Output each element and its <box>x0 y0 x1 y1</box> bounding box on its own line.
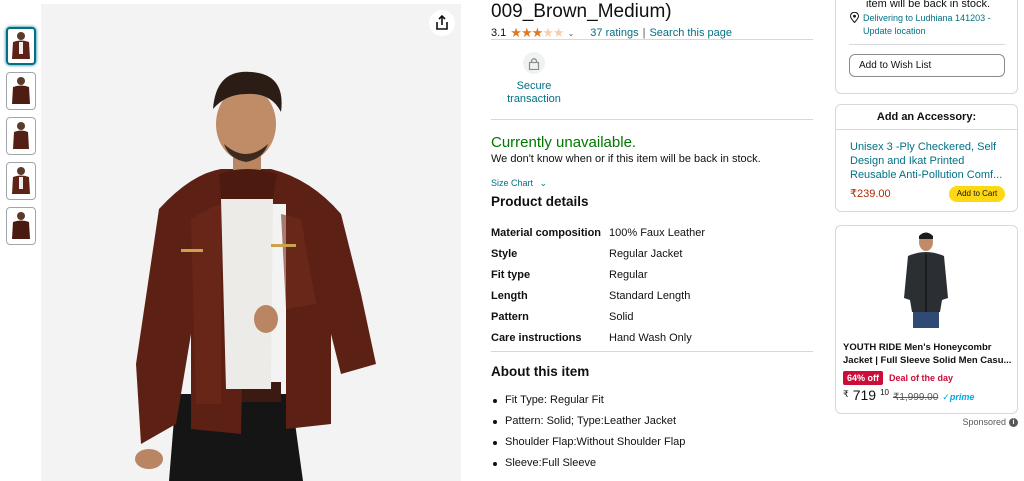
info-icon[interactable]: i <box>1009 417 1018 427</box>
detail-key: Style <box>491 247 518 260</box>
thumbnail-5[interactable] <box>6 207 36 245</box>
list-item: Fit Type: Regular Fit <box>491 390 685 411</box>
deliver-line2: Update location <box>863 26 926 36</box>
share-button[interactable] <box>429 10 455 36</box>
price-whole: 719 <box>852 387 877 403</box>
detail-key: Fit type <box>491 268 531 281</box>
sponsored-text: Sponsored <box>962 417 1006 427</box>
lock-icon <box>528 57 540 70</box>
detail-value: 100% Faux Leather <box>609 226 706 239</box>
table-row: Care instructions Hand Wash Only <box>491 327 705 348</box>
thumbnail-3[interactable] <box>6 117 36 155</box>
rating-separator: | <box>642 27 646 39</box>
price-fraction: 10 <box>880 388 889 397</box>
thumbnail-2[interactable] <box>6 72 36 110</box>
table-row: Pattern Solid <box>491 306 705 327</box>
accessory-title-link[interactable]: Unisex 3 -Ply Checkered, Self Design and… <box>850 140 1010 182</box>
product-details-heading: Product details <box>491 194 589 209</box>
detail-value: Solid <box>609 310 634 323</box>
table-row: Fit type Regular <box>491 264 705 285</box>
table-row: Style Regular Jacket <box>491 243 705 264</box>
buy-box: item will be back in stock. Delivering t… <box>835 0 1018 94</box>
ad-title-link[interactable]: YOUTH RIDE Men's Honeycombr Jacket | Ful… <box>843 341 1015 367</box>
prime-badge: ✓prime <box>942 392 975 402</box>
stock-line: item will be back in stock. <box>866 0 991 10</box>
secure-label-line2: transaction <box>507 93 561 105</box>
divider <box>836 129 1017 130</box>
main-product-image[interactable] <box>41 4 461 481</box>
detail-key: Material composition <box>491 226 602 239</box>
list-item: Shoulder Flap:Without Shoulder Flap <box>491 432 685 453</box>
divider <box>491 39 813 40</box>
secure-transaction[interactable]: Secure transaction <box>499 52 569 106</box>
delivery-location[interactable]: Delivering to Ludhiana 141203 - Update l… <box>850 12 991 38</box>
list-item: Sleeve:Full Sleeve <box>491 453 685 474</box>
add-to-wish-list-button[interactable]: Add to Wish List <box>849 54 1005 77</box>
price-symbol: ₹ <box>843 389 849 399</box>
thumbnail-1[interactable] <box>6 27 36 65</box>
deal-row: 64% off Deal of the day <box>843 371 953 385</box>
rating-value: 3.1 <box>491 27 507 39</box>
accessory-price: ₹239.00 <box>850 188 891 200</box>
sponsored-label[interactable]: Sponsored i <box>962 417 1018 427</box>
ad-product-image[interactable] <box>898 230 954 330</box>
divider <box>491 119 813 120</box>
thumbnail-4[interactable] <box>6 162 36 200</box>
sponsored-ad[interactable]: YOUTH RIDE Men's Honeycombr Jacket | Ful… <box>835 225 1018 414</box>
about-list: Fit Type: Regular Fit Pattern: Solid; Ty… <box>491 390 685 474</box>
detail-key: Length <box>491 289 528 302</box>
add-to-cart-button[interactable]: Add to Cart <box>949 186 1005 202</box>
detail-key: Care instructions <box>491 331 582 344</box>
chevron-down-icon: ⌄ <box>539 178 548 188</box>
mrp-price: ₹1,999.00 <box>893 392 939 403</box>
detail-value: Standard Length <box>609 289 691 302</box>
search-this-page-link[interactable]: Search this page <box>649 27 732 39</box>
detail-value: Regular Jacket <box>609 247 683 260</box>
product-details-table: Material composition 100% Faux Leather St… <box>491 222 705 348</box>
share-icon <box>436 15 448 30</box>
about-heading: About this item <box>491 364 590 379</box>
ratings-link[interactable]: 37 ratings <box>590 27 638 39</box>
table-row: Material composition 100% Faux Leather <box>491 222 705 243</box>
ad-price-row: ₹ 719 10 ₹1,999.00 ✓prime <box>843 387 974 403</box>
divider <box>849 44 1005 45</box>
detail-value: Hand Wash Only <box>609 331 692 344</box>
deliver-line1: Delivering to Ludhiana 141203 - <box>863 13 991 23</box>
chevron-down-icon[interactable]: ⌄ <box>568 29 575 38</box>
availability-status: Currently unavailable. <box>491 134 637 151</box>
detail-key: Pattern <box>491 310 529 323</box>
thumbnail-strip <box>6 27 36 252</box>
accessory-box: Add an Accessory: Unisex 3 -Ply Checkere… <box>835 104 1018 212</box>
accessory-heading: Add an Accessory: <box>876 111 977 123</box>
size-chart-label: Size Chart <box>491 178 534 188</box>
deal-label: Deal of the day <box>889 373 954 383</box>
divider <box>491 351 813 352</box>
table-row: Length Standard Length <box>491 285 705 306</box>
detail-value: Regular <box>609 268 648 281</box>
discount-badge: 64% off <box>843 371 884 385</box>
location-pin-icon <box>850 12 859 23</box>
list-item: Pattern: Solid; Type:Leather Jacket <box>491 411 685 432</box>
secure-label-line1: Secure <box>516 80 552 92</box>
size-chart-link[interactable]: Size Chart ⌄ <box>491 178 547 189</box>
product-title: 009_Brown_Medium) <box>491 1 672 22</box>
availability-note: We don't know when or if this item will … <box>491 153 761 165</box>
